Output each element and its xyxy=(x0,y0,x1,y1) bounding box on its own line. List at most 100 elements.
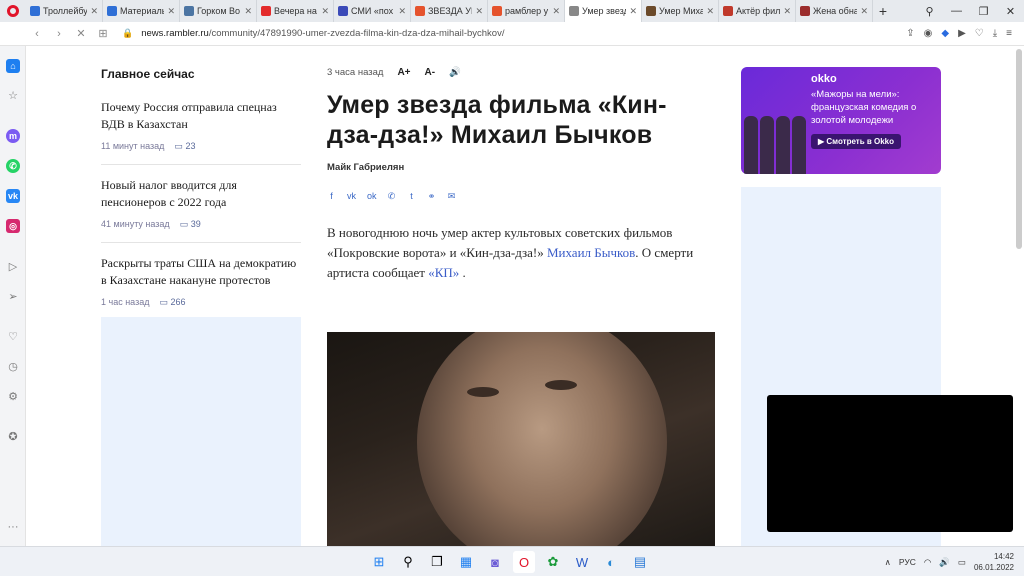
speed-dial-icon[interactable]: ⊞ xyxy=(92,27,114,40)
task-view-icon[interactable]: ❐ xyxy=(426,551,448,573)
bookmarks-icon[interactable]: ☆ xyxy=(6,89,20,103)
watch-okko-button[interactable]: ▶ Смотреть в Okko xyxy=(811,134,902,149)
new-tab-button[interactable]: + xyxy=(873,3,893,19)
clock[interactable]: 14:42 06.01.2022 xyxy=(974,551,1014,573)
player-icon[interactable]: ▷ xyxy=(6,260,20,274)
favorites-icon[interactable]: ♡ xyxy=(6,330,20,344)
heart-icon[interactable]: ♡ xyxy=(975,28,984,39)
speaker-icon[interactable]: 🔊 xyxy=(449,67,461,78)
news-item[interactable]: Новый налог вводится для пенсионеров с 2… xyxy=(101,177,301,243)
copy-link-icon[interactable]: ⚭ xyxy=(427,192,436,201)
news-title[interactable]: Почему Россия отправила спецназ ВДВ в Ка… xyxy=(101,99,301,133)
comments-count[interactable]: ▭ 39 xyxy=(180,219,201,230)
send-icon[interactable]: ➢ xyxy=(6,290,20,304)
close-tab-icon[interactable]: ✕ xyxy=(244,6,252,17)
close-tab-icon[interactable]: ✕ xyxy=(783,6,791,17)
comments-count[interactable]: ▭ 266 xyxy=(159,297,185,308)
facebook-icon[interactable]: f xyxy=(327,192,336,201)
font-decrease-button[interactable]: A- xyxy=(425,67,436,78)
instagram-icon[interactable]: ◎ xyxy=(6,219,20,233)
whatsapp-icon[interactable]: ✆ xyxy=(6,159,20,173)
history-icon[interactable]: ◷ xyxy=(6,360,20,374)
close-tab-icon[interactable]: ✕ xyxy=(398,6,406,17)
browser-tab[interactable]: Горком Во ✕ xyxy=(180,0,257,22)
font-increase-button[interactable]: A+ xyxy=(397,67,410,78)
close-tab-icon[interactable]: ✕ xyxy=(629,6,637,17)
language-indicator[interactable]: РУС xyxy=(899,557,916,567)
email-icon[interactable]: ✉ xyxy=(447,192,456,201)
browser-tab[interactable]: Материалы ✕ xyxy=(103,0,180,22)
shield-icon[interactable]: ◆ xyxy=(941,28,949,39)
tab-favicon-icon xyxy=(338,6,348,16)
browser-tab[interactable]: Умер Миха ✕ xyxy=(642,0,719,22)
browser-tab[interactable]: Жена обна ✕ xyxy=(796,0,873,22)
minimize-button[interactable]: — xyxy=(943,5,970,17)
address-bar: ‹ › ✕ ⊞ 🔒 news.rambler.ru/community/4789… xyxy=(0,22,1024,46)
whatsapp-share-icon[interactable]: ✆ xyxy=(387,192,396,201)
close-tab-icon[interactable]: ✕ xyxy=(552,6,560,17)
battery-icon[interactable]: ▭ xyxy=(958,557,966,568)
adblock-icon[interactable]: ▶ xyxy=(958,28,966,39)
browser-tab[interactable]: рамблер у ✕ xyxy=(488,0,565,22)
chevron-up-icon[interactable]: ∧ xyxy=(885,557,891,568)
person-link[interactable]: Михаил Бычков xyxy=(547,245,635,260)
menu-icon[interactable]: ≡ xyxy=(1006,28,1012,39)
close-tab-icon[interactable]: ✕ xyxy=(321,6,329,17)
close-tab-icon[interactable]: ✕ xyxy=(860,6,868,17)
close-tab-icon[interactable]: ✕ xyxy=(90,6,98,17)
home-icon[interactable]: ⌂ xyxy=(6,59,20,73)
chat-icon[interactable]: ◙ xyxy=(484,551,506,573)
more-icon[interactable]: ··· xyxy=(6,520,20,534)
widgets-icon[interactable]: ▦ xyxy=(455,551,477,573)
news-item[interactable]: Раскрыты траты США на демократию в Казах… xyxy=(101,255,301,321)
wifi-icon[interactable]: ◠ xyxy=(924,557,931,568)
source-link[interactable]: «КП» xyxy=(428,265,459,280)
news-time: 11 минут назад xyxy=(101,141,165,151)
odnoklassniki-icon[interactable]: ok xyxy=(367,192,377,201)
twitter-icon[interactable]: t xyxy=(407,192,416,201)
vk-share-icon[interactable]: vk xyxy=(347,192,356,201)
back-button[interactable]: ‹ xyxy=(26,28,48,40)
comments-count[interactable]: ▭ 23 xyxy=(174,141,195,152)
app-icon[interactable]: ✿ xyxy=(542,551,564,573)
photos-icon[interactable]: ◐ xyxy=(600,551,622,573)
browser-tab[interactable]: Умер звезд ✕ xyxy=(565,0,642,22)
opera-taskbar-icon[interactable]: O xyxy=(513,551,535,573)
browser-tab[interactable]: Вечера на ✕ xyxy=(257,0,334,22)
scrollbar[interactable] xyxy=(1016,49,1022,249)
browser-tab[interactable]: Троллейбус ✕ xyxy=(26,0,103,22)
video-popup-player[interactable] xyxy=(767,395,1013,532)
news-title[interactable]: Новый налог вводится для пенсионеров с 2… xyxy=(101,177,301,211)
opera-menu-button[interactable] xyxy=(0,0,26,22)
close-tab-icon[interactable]: ✕ xyxy=(475,6,483,17)
start-icon[interactable]: ⊞ xyxy=(368,551,390,573)
volume-icon[interactable]: 🔊 xyxy=(939,557,950,568)
url-field[interactable]: news.rambler.ru/community/47891990-umer-… xyxy=(141,28,906,39)
notepad-icon[interactable]: ▤ xyxy=(629,551,651,573)
share-icon[interactable]: ⇪ xyxy=(906,28,914,39)
browser-tab[interactable]: ЗВЕЗДА УМ✕ xyxy=(411,0,488,22)
tips-icon[interactable]: ✪ xyxy=(6,430,20,444)
stop-button[interactable]: ✕ xyxy=(70,27,92,40)
search-icon[interactable]: ⚲ xyxy=(397,551,419,573)
close-tab-icon[interactable]: ✕ xyxy=(706,6,714,17)
close-tab-icon[interactable]: ✕ xyxy=(167,6,175,17)
vk-icon[interactable]: vk xyxy=(6,189,20,203)
browser-tab[interactable]: Актёр фил ✕ xyxy=(719,0,796,22)
okko-ad-banner[interactable]: okko «Мажоры на мели»: французская комед… xyxy=(741,67,941,174)
article-author[interactable]: Майк Габриелян xyxy=(327,162,717,173)
browser-tab[interactable]: СМИ «пох ✕ xyxy=(334,0,411,22)
close-window-button[interactable]: ✕ xyxy=(997,5,1024,18)
download-icon[interactable]: ⤓ xyxy=(993,28,997,39)
news-item[interactable]: Почему Россия отправила спецназ ВДВ в Ка… xyxy=(101,99,301,165)
restore-button[interactable]: ❐ xyxy=(970,5,997,18)
news-title[interactable]: Раскрыты траты США на демократию в Казах… xyxy=(101,255,301,289)
word-icon[interactable]: W xyxy=(571,551,593,573)
messenger-icon[interactable]: m xyxy=(6,129,20,143)
lock-icon[interactable]: 🔒 xyxy=(122,28,133,39)
camera-icon[interactable]: ◉ xyxy=(924,28,933,39)
settings-icon[interactable]: ⚙ xyxy=(6,390,20,404)
tab-title: Материалы xyxy=(120,6,165,16)
forward-button[interactable]: › xyxy=(48,28,70,40)
search-tabs-icon[interactable]: ⚲ xyxy=(916,5,943,18)
